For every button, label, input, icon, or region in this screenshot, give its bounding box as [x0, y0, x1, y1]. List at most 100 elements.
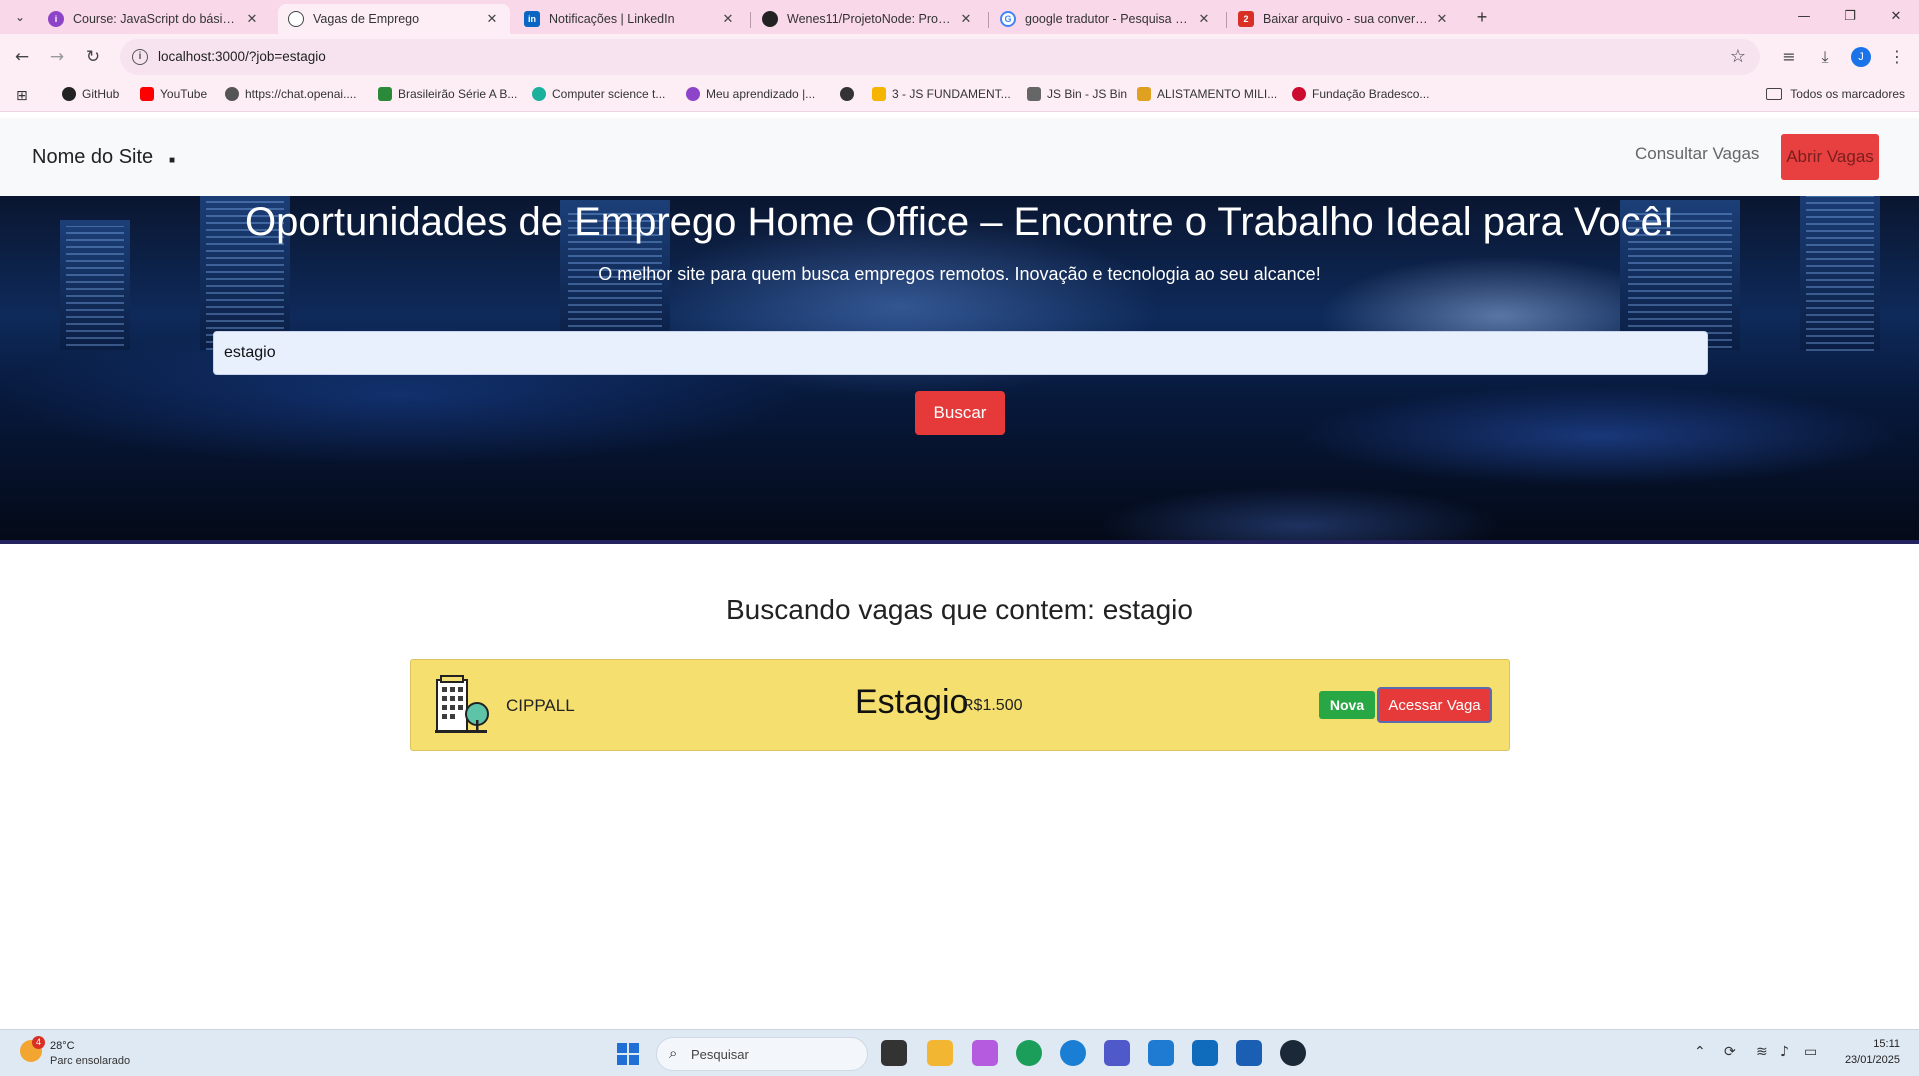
window-close-icon[interactable]: ✕: [1886, 7, 1906, 27]
job-search-input[interactable]: [213, 331, 1708, 375]
outlook-icon[interactable]: [1192, 1040, 1218, 1066]
weather-description[interactable]: Parc ensolarado: [50, 1055, 130, 1067]
weather-temperature[interactable]: 28°C: [50, 1040, 75, 1052]
bookmark-alistamento[interactable]: ALISTAMENTO MILI...: [1137, 87, 1277, 101]
bookmark-globe[interactable]: [840, 87, 860, 101]
battery-icon[interactable]: ▭: [1804, 1044, 1817, 1060]
vscode-icon[interactable]: [1148, 1040, 1174, 1066]
tab-github[interactable]: Wenes11/ProjetoNode: Projeto ✕: [752, 4, 984, 34]
bookmark-label: Fundação Bradesco...: [1312, 87, 1430, 101]
acessar-vaga-button[interactable]: Acessar Vaga: [1377, 687, 1492, 723]
close-icon[interactable]: ✕: [1196, 12, 1212, 27]
browser-tabstrip: ⌄ i Course: JavaScript do básico ao ✕ Va…: [0, 0, 1919, 34]
tab-course[interactable]: i Course: JavaScript do básico ao ✕: [38, 4, 270, 34]
chrome-icon[interactable]: [1016, 1040, 1042, 1066]
close-icon[interactable]: ✕: [1434, 12, 1450, 27]
search-icon: ⌕: [669, 1044, 678, 1062]
app-icon[interactable]: [1236, 1040, 1262, 1066]
teams-icon[interactable]: [1104, 1040, 1130, 1066]
download-icon[interactable]: ⤓: [1814, 46, 1836, 68]
bookmark-chatgpt[interactable]: https://chat.openai....: [225, 87, 356, 101]
openai-icon: [225, 87, 239, 101]
bookmark-youtube[interactable]: YouTube: [140, 87, 207, 101]
address-url[interactable]: localhost:3000/?job=estagio: [158, 49, 326, 64]
bookmark-label: JS Bin - JS Bin: [1047, 87, 1128, 101]
taskbar-search-label: Pesquisar: [691, 1047, 749, 1062]
all-bookmarks[interactable]: Todos os marcadores: [1766, 87, 1905, 101]
windows-taskbar: 4 28°C Parc ensolarado ⌕ Pesquisar ⌃ ⟳ ≋…: [0, 1029, 1919, 1076]
buscar-button[interactable]: Buscar: [915, 391, 1005, 435]
tab-vagas[interactable]: Vagas de Emprego ✕: [278, 4, 510, 34]
brand-dot-icon: ■: [169, 155, 176, 166]
site-info-icon[interactable]: i: [132, 49, 148, 65]
bookmark-star-icon[interactable]: ☆: [1730, 46, 1746, 67]
wifi-icon[interactable]: ≋: [1756, 1044, 1768, 1060]
bookmark-label: Meu aprendizado |...: [706, 87, 816, 101]
tab-title: Notificações | LinkedIn: [549, 12, 675, 26]
edge-icon[interactable]: [1060, 1040, 1086, 1066]
weather-badge: 4: [32, 1036, 45, 1049]
volume-icon[interactable]: ♪: [1780, 1044, 1789, 1060]
taskbar-search[interactable]: ⌕ Pesquisar: [656, 1037, 868, 1071]
clock-time[interactable]: 15:11: [1860, 1038, 1900, 1050]
back-arrow-icon[interactable]: ←: [11, 46, 33, 68]
tab-pdf[interactable]: 2 Baixar arquivo - sua conversão ✕: [1228, 4, 1460, 34]
apps-grid-icon[interactable]: ⊞: [16, 88, 28, 104]
close-icon[interactable]: ✕: [244, 12, 260, 27]
soccer-icon: [378, 87, 392, 101]
site-brand[interactable]: Nome do Site: [32, 146, 153, 169]
bookmark-js-fundamentos[interactable]: 3 - JS FUNDAMENT...: [872, 87, 1011, 101]
sync-icon[interactable]: ⟳: [1724, 1044, 1736, 1060]
close-icon[interactable]: ✕: [720, 12, 736, 27]
tab-google[interactable]: G google tradutor - Pesquisa Goo ✕: [990, 4, 1222, 34]
tab-separator: [1226, 12, 1227, 28]
task-view-icon[interactable]: [881, 1040, 907, 1066]
new-tab-plus-icon[interactable]: +: [1470, 6, 1494, 30]
tab-title: Baixar arquivo - sua conversão: [1263, 12, 1428, 26]
abrir-vagas-button[interactable]: Abrir Vagas: [1781, 134, 1879, 180]
steam-icon[interactable]: [1280, 1040, 1306, 1066]
site-navbar: Nome do Site ■ Consultar Vagas Abrir Vag…: [0, 118, 1919, 196]
close-icon[interactable]: ✕: [484, 12, 500, 27]
job-card: CIPPALL Estagio R$1.500 Nova Acessar Vag…: [410, 659, 1510, 751]
windows-start-icon[interactable]: [617, 1043, 639, 1065]
media-playlist-icon[interactable]: ≡: [1778, 46, 1800, 68]
menu-kebab-icon[interactable]: ⋮: [1886, 46, 1908, 68]
jsbin-icon: [1027, 87, 1041, 101]
bookmark-brasileirao[interactable]: Brasileirão Série A B...: [378, 87, 517, 101]
youtube-icon: [140, 87, 154, 101]
bookmark-label: Computer science t...: [552, 87, 666, 101]
profile-avatar[interactable]: J: [1851, 47, 1871, 67]
company-name: CIPPALL: [506, 696, 575, 715]
linkedin-icon: in: [524, 11, 540, 27]
minimize-icon[interactable]: —: [1794, 7, 1814, 27]
bookmark-aprendizado[interactable]: Meu aprendizado |...: [686, 87, 815, 101]
hero-banner: Oportunidades de Emprego Home Office – E…: [0, 196, 1919, 544]
file-explorer-icon[interactable]: [927, 1040, 953, 1066]
globe-icon: [288, 11, 304, 27]
close-icon[interactable]: ✕: [958, 12, 974, 27]
clock-date[interactable]: 23/01/2025: [1838, 1054, 1900, 1066]
all-bookmarks-label: Todos os marcadores: [1790, 87, 1905, 101]
forward-arrow-icon[interactable]: →: [46, 46, 68, 68]
tab-title: Course: JavaScript do básico ao: [73, 12, 238, 26]
address-bar[interactable]: i localhost:3000/?job=estagio ☆: [120, 39, 1760, 75]
nav-consultar-vagas[interactable]: Consultar Vagas: [1635, 144, 1759, 164]
restore-icon[interactable]: ❐: [1840, 7, 1860, 27]
bookmark-label: ALISTAMENTO MILI...: [1157, 87, 1278, 101]
tab-linkedin[interactable]: in Notificações | LinkedIn ✕: [514, 4, 746, 34]
job-title: Estagio: [855, 683, 969, 721]
bookmark-label: Brasileirão Série A B...: [398, 87, 518, 101]
tab-search-chevron-icon[interactable]: ⌄: [8, 6, 32, 28]
pdf-icon: 2: [1238, 11, 1254, 27]
bookmark-github[interactable]: GitHub: [62, 87, 119, 101]
chevron-up-icon[interactable]: ⌃: [1694, 1044, 1706, 1060]
copilot-icon[interactable]: [972, 1040, 998, 1066]
bookmark-jsbin[interactable]: JS Bin - JS Bin: [1027, 87, 1127, 101]
tab-title: Vagas de Emprego: [313, 12, 420, 26]
bookmark-label: YouTube: [160, 87, 208, 101]
bookmark-bradesco[interactable]: Fundação Bradesco...: [1292, 87, 1429, 101]
github-icon: [762, 11, 778, 27]
reload-icon[interactable]: ↻: [82, 46, 104, 68]
bookmark-computer-science[interactable]: Computer science t...: [532, 87, 665, 101]
